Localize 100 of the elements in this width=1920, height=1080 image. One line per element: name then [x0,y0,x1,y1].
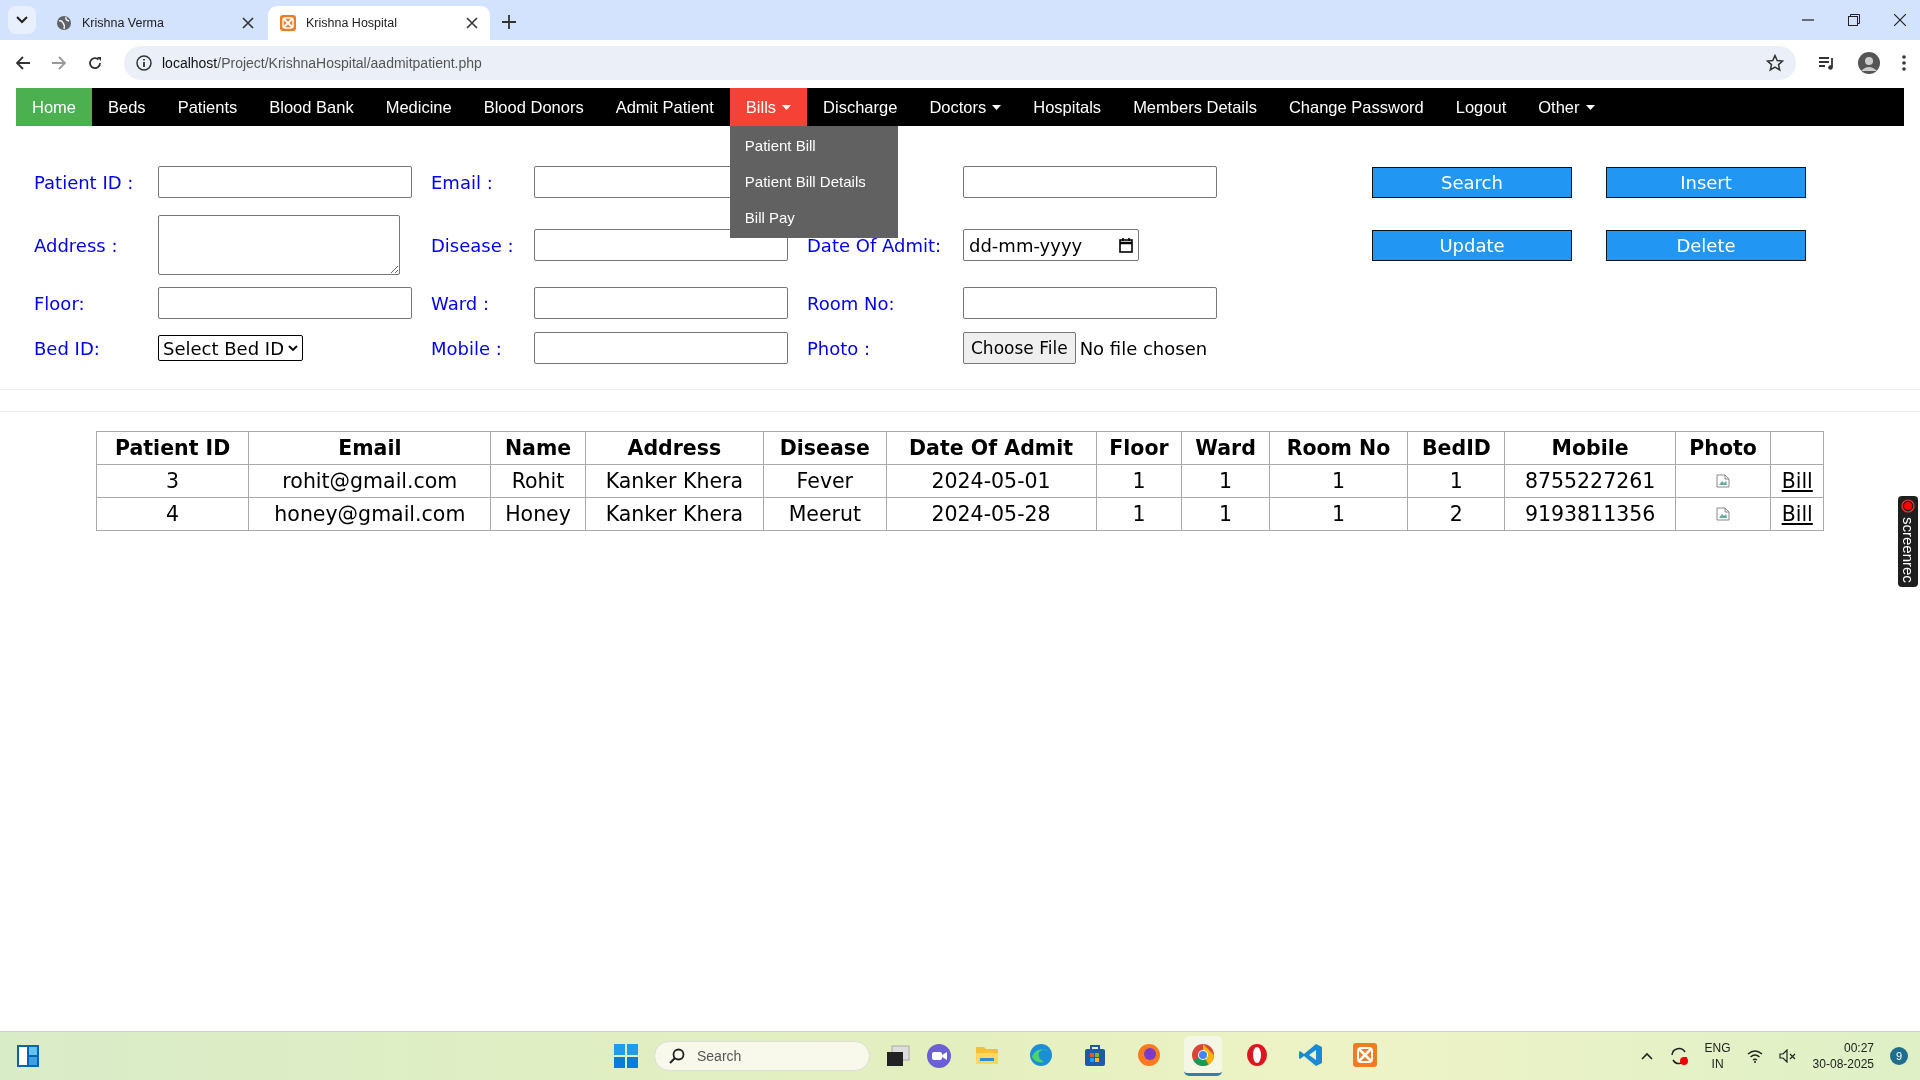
browser-tab[interactable]: Krishna Verma [44,6,266,40]
text-input[interactable] [963,287,1217,319]
field-label: Date Of Admit: [807,234,942,256]
column-header: Name [490,431,586,465]
reload-icon[interactable] [88,56,102,70]
widgets-icon[interactable] [16,1044,40,1068]
nav-link[interactable]: Medicine [369,88,468,126]
video-chat-icon[interactable] [926,1043,952,1069]
nav-link[interactable]: Beds [92,88,162,126]
nav-link[interactable]: Members Details [1117,88,1273,126]
app-logo-icon [280,15,296,31]
date-input[interactable]: dd-mm-yyyy [963,229,1139,261]
info-icon [136,55,152,71]
file-status: No file chosen [1079,337,1208,359]
calendar-icon [1119,237,1133,253]
table-cell: 1 [1407,464,1505,498]
nav-link[interactable]: Blood Bank [253,88,370,126]
task-view-icon[interactable] [886,1045,910,1067]
table-cell: 1 [1096,497,1182,531]
menu-item[interactable]: Patient Bill Details [729,164,898,200]
nav-link[interactable]: Logout [1439,88,1523,126]
browser-logo-icon [1244,1041,1270,1068]
code-editor-icon [1298,1041,1324,1068]
table-cell: 8755227261 [1504,464,1676,498]
clock[interactable]: 00:27 30-08-2025 [1812,1040,1874,1072]
nav-link[interactable]: Admit Patient [599,88,730,126]
table-cell: 3 [96,464,249,498]
choose-file-button[interactable]: Choose File [963,332,1076,364]
table-cell: Honey [490,497,586,531]
chevron-down-icon [16,16,28,24]
browser-tab[interactable]: Krishna Hospital [268,6,490,40]
table-cell: 1 [1181,497,1270,531]
star-icon[interactable] [1766,54,1784,72]
forward-arrow-icon[interactable] [52,56,66,70]
column-header: Mobile [1504,431,1676,465]
nav-link[interactable]: Blood Donors [467,88,600,126]
column-header: Ward [1181,431,1270,465]
dropdown-select[interactable]: Select Bed ID [158,335,303,361]
windows-start-icon[interactable] [614,1044,638,1068]
close-icon[interactable] [242,17,254,29]
wifi-icon[interactable] [1746,1049,1763,1063]
column-header: Floor [1096,431,1182,465]
taskbar-app[interactable] [1184,1036,1222,1076]
notification-badge[interactable]: 9 [1890,1047,1908,1065]
media-queue-icon[interactable] [1818,55,1836,71]
nav-link[interactable]: Patients [161,88,254,126]
field-label: Photo : [807,337,871,359]
table-cell: 1 [1269,464,1408,498]
sync-icon[interactable] [1668,1046,1689,1066]
tab-title: Krishna Hospital [306,16,398,30]
record-icon [1901,499,1915,513]
search-icon [669,1048,685,1064]
text-area[interactable] [158,215,400,275]
field-label: Patient ID : [34,171,134,193]
caret-down-icon [782,104,792,110]
field-label: Mobile : [431,337,502,359]
text-input[interactable] [158,287,412,319]
text-input[interactable] [534,287,788,319]
language-indicator[interactable]: ENG IN [1704,1040,1731,1072]
taskbar-search-field[interactable]: Search [654,1041,870,1071]
column-header: Address [585,431,764,465]
table-cell: honey@gmail.com [248,497,491,531]
browser-logo-icon [1190,1041,1216,1068]
menu-item[interactable]: Patient Bill [729,128,898,164]
field-label: Email : [431,171,493,193]
back-arrow-icon[interactable] [16,56,30,70]
table-cell: Meerut [763,497,887,531]
nav-link[interactable]: Discharge [807,88,914,126]
text-input[interactable] [158,166,412,198]
browser-logo-icon [1136,1041,1162,1068]
chevron-down-icon [288,345,298,351]
table-cell: 1 [1181,464,1270,498]
plus-icon[interactable] [502,15,516,29]
close-icon[interactable] [1894,14,1906,26]
column-header: Patient ID [96,431,249,465]
column-header: BedID [1407,431,1505,465]
recorder-widget[interactable]: screenrec [1898,496,1918,587]
avatar-icon[interactable] [1858,52,1880,74]
field-label: Ward : [431,292,489,314]
tab-list-button[interactable] [8,6,36,34]
table-cell: 1 [1096,464,1182,498]
broken-image-icon [1716,474,1731,488]
close-icon[interactable] [466,17,478,29]
restore-icon[interactable] [1848,14,1860,26]
text-input[interactable] [534,229,788,261]
nav-link[interactable]: Doctors [913,88,1018,126]
caret-down-icon [992,104,1002,110]
address-bar[interactable]: localhost/Project/KrishnaHospital/aadmitpatient.php [124,46,1796,80]
text-input[interactable] [534,332,788,364]
nav-link[interactable]: Change Password [1272,88,1440,126]
menu-item[interactable]: Bill Pay [729,200,898,236]
table-cell: 1 [1269,497,1408,531]
chevron-up-icon[interactable] [1640,1052,1653,1060]
field-label: Disease : [431,234,514,256]
nav-link[interactable]: Bills [729,88,808,126]
nav-link[interactable]: Other [1522,88,1611,126]
more-options-icon[interactable] [1902,55,1906,71]
speaker-muted-icon[interactable] [1778,1049,1797,1063]
text-input[interactable] [963,166,1217,198]
nav-link[interactable]: Hospitals [1017,88,1118,126]
